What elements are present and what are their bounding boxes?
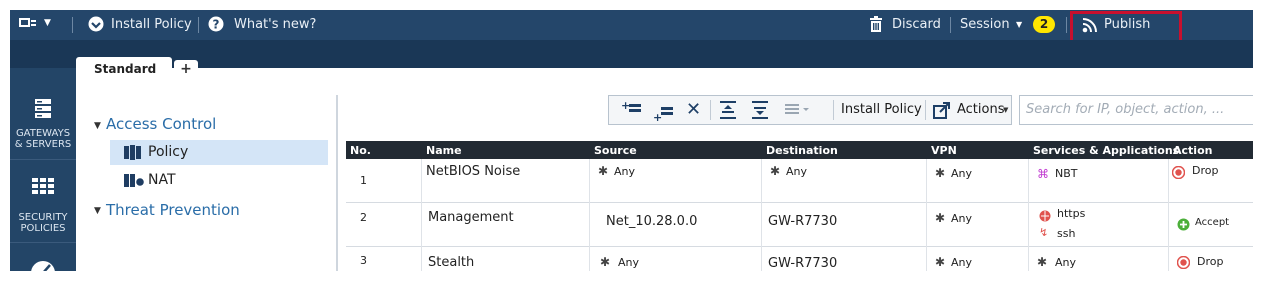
rail-security-label-2[interactable]: POLICIES	[10, 223, 76, 234]
policy-icon	[124, 145, 142, 164]
move-rule-top-icon[interactable]	[720, 101, 736, 123]
rail-gateways-label-1[interactable]: GATEWAYS	[10, 128, 76, 139]
rule-service[interactable]: https	[1057, 207, 1085, 220]
logs-monitor-icon[interactable]	[30, 258, 56, 271]
session-menu[interactable]: Session	[960, 17, 1010, 32]
actions-icon[interactable]	[933, 101, 951, 123]
install-policy-icon[interactable]	[88, 16, 104, 36]
table-row[interactable]: 2 Management Net_10.28.0.0 GW-R7730 ✱ An…	[346, 202, 1253, 247]
app-menu-icon[interactable]	[18, 16, 38, 33]
svg-text:?: ?	[213, 18, 220, 32]
add-tab-button[interactable]: +	[174, 60, 198, 79]
panel-divider[interactable]	[336, 95, 338, 271]
tree-item-policy-label: Policy	[148, 144, 189, 160]
nbt-service-icon: ⌘	[1037, 167, 1049, 181]
tree-item-access-control[interactable]: Access Control	[106, 115, 216, 133]
any-icon: ✱	[935, 166, 946, 180]
rule-number: 2	[360, 211, 367, 224]
rule-destination[interactable]: Any	[786, 165, 807, 178]
rail-security-label-1[interactable]: SECURITY	[10, 212, 76, 223]
rule-service[interactable]: ssh	[1057, 227, 1075, 240]
top-bar: ▼ Install Policy ? What's new? Discard S…	[10, 10, 1253, 45]
rule-name[interactable]: Management	[428, 210, 514, 225]
rules-toolbar: + + ✕ Install Policy Actions ▼	[608, 95, 1012, 125]
rule-destination[interactable]: GW-R7730	[768, 214, 837, 229]
tree-item-policy[interactable]: Policy	[110, 140, 328, 165]
rule-action[interactable]: Accept	[1195, 217, 1229, 228]
discard-button[interactable]: Discard	[892, 17, 941, 32]
col-header-destination[interactable]: Destination	[766, 144, 838, 157]
col-header-services[interactable]: Services & Applications	[1033, 144, 1179, 157]
rail-gateways-label-2[interactable]: & SERVERS	[10, 139, 76, 150]
rule-source[interactable]: Net_10.28.0.0	[606, 214, 697, 229]
https-service-icon	[1039, 207, 1051, 226]
rules-table-header: No. Name Source Destination VPN Services…	[346, 141, 1253, 159]
tree-item-threat-prevention[interactable]: Threat Prevention	[106, 201, 240, 219]
tab-standard[interactable]: Standard	[76, 57, 172, 81]
drop-action-icon	[1171, 164, 1186, 183]
rule-action[interactable]: Drop	[1197, 255, 1223, 268]
rule-action[interactable]: Drop	[1192, 164, 1218, 177]
trash-icon[interactable]	[869, 16, 883, 37]
session-chevron-icon[interactable]: ▼	[1016, 20, 1022, 29]
gateways-servers-icon[interactable]	[34, 98, 52, 124]
nat-icon	[124, 173, 144, 192]
rule-destination[interactable]: GW-R7730	[768, 256, 837, 271]
rule-source[interactable]: Any	[618, 256, 639, 269]
any-icon: ✱	[598, 164, 609, 178]
svg-text:+: +	[653, 111, 662, 122]
rule-source[interactable]: Any	[614, 165, 635, 178]
actions-chevron-icon[interactable]: ▼	[1003, 106, 1008, 114]
table-row[interactable]: 1 NetBIOS Noise ✱ Any ✱ Any ✱ Any ⌘ NBT …	[346, 159, 1253, 203]
rule-vpn[interactable]: Any	[951, 167, 972, 180]
rule-number: 1	[360, 174, 367, 187]
table-row[interactable]: 3 Stealth ✱ Any GW-R7730 ✱ Any ✱ Any Dro…	[346, 246, 1253, 271]
any-icon: ✱	[770, 164, 781, 178]
policy-tree: ▼ Access Control Policy NAT ▼ Threat Pre…	[76, 81, 336, 271]
any-icon: ✱	[935, 211, 946, 225]
whats-new-link[interactable]: What's new?	[234, 17, 316, 32]
any-icon: ✱	[1037, 255, 1048, 269]
any-icon: ✱	[600, 255, 611, 269]
navigation-rail: GATEWAYS & SERVERS SECURITY POLICIES	[10, 68, 76, 271]
rule-name[interactable]: Stealth	[428, 255, 474, 270]
help-icon[interactable]: ?	[208, 16, 224, 36]
rule-vpn[interactable]: Any	[951, 256, 972, 269]
col-header-source[interactable]: Source	[594, 144, 637, 157]
security-policies-icon[interactable]	[32, 178, 54, 198]
expand-access-control-icon[interactable]: ▼	[94, 121, 101, 131]
move-rule-bottom-icon[interactable]	[752, 101, 768, 123]
tree-item-nat[interactable]: NAT	[148, 172, 176, 188]
rule-vpn[interactable]: Any	[951, 212, 972, 225]
rule-service[interactable]: NBT	[1055, 167, 1078, 180]
session-count-badge[interactable]: 2	[1033, 16, 1055, 33]
add-rule-above-icon[interactable]: +	[621, 99, 643, 124]
col-header-vpn[interactable]: VPN	[931, 144, 957, 157]
rule-search-input[interactable]: Search for IP, object, action, ...	[1019, 95, 1253, 125]
drop-action-icon	[1176, 254, 1191, 271]
app-window: ▼ Install Policy ? What's new? Discard S…	[10, 10, 1253, 271]
delete-rule-icon[interactable]: ✕	[686, 99, 701, 120]
actions-menu-button[interactable]: Actions	[957, 102, 1005, 117]
toolbar-install-policy-button[interactable]: Install Policy	[841, 102, 922, 117]
accept-action-icon	[1177, 216, 1190, 235]
svg-text:+: +	[621, 100, 630, 112]
col-header-no[interactable]: No.	[350, 144, 371, 157]
add-rule-below-icon[interactable]: +	[653, 102, 675, 126]
expand-threat-prevention-icon[interactable]: ▼	[94, 206, 101, 216]
any-icon: ✱	[935, 255, 946, 269]
install-policy-button[interactable]: Install Policy	[111, 17, 192, 32]
ssh-service-icon: ↯	[1039, 226, 1049, 239]
col-header-name[interactable]: Name	[426, 144, 462, 157]
rule-service[interactable]: Any	[1055, 256, 1076, 269]
section-menu-icon[interactable]	[785, 101, 811, 121]
app-menu-chevron-icon[interactable]: ▼	[44, 18, 51, 28]
col-header-action[interactable]: Action	[1173, 144, 1212, 157]
rule-name[interactable]: NetBIOS Noise	[426, 164, 520, 179]
rule-number: 3	[360, 254, 367, 267]
